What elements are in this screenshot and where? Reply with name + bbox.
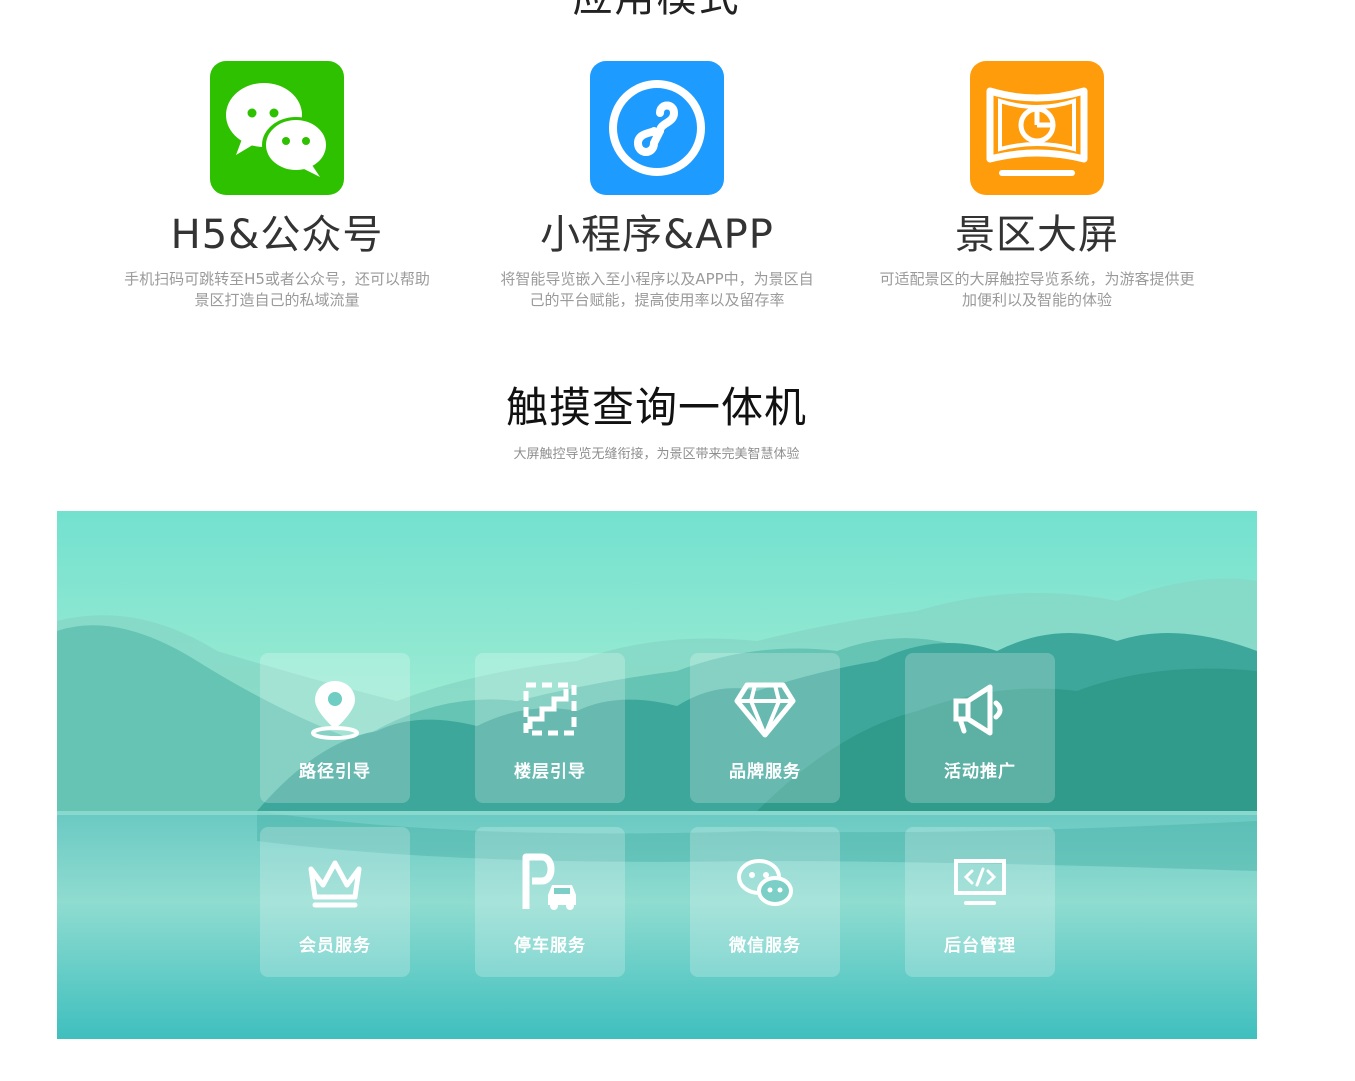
mode-title: 景区大屏 — [955, 212, 1119, 258]
wechat-icon — [733, 851, 797, 915]
feature-tile-floor-guide[interactable]: 楼层引导 — [475, 653, 625, 803]
feature-tile-wechat-service[interactable]: 微信服务 — [690, 827, 840, 977]
feature-tile-route-guide[interactable]: 路径引导 — [260, 653, 410, 803]
mode-description: 手机扫码可跳转至H5或者公众号，还可以帮助景区打造自己的私域流量 — [124, 270, 430, 309]
kiosk-title: 触摸查询一体机 — [505, 383, 807, 432]
mode-scenic-big-screen[interactable]: 景区大屏 可适配景区的大屏触控导览系统，为游客提供更加便利以及智能的体验 — [867, 61, 1207, 311]
wechat-icon — [210, 61, 344, 195]
mini-program-icon — [590, 61, 724, 195]
tile-label: 微信服务 — [729, 936, 801, 956]
tile-label: 停车服务 — [514, 936, 586, 956]
tile-label: 活动推广 — [944, 762, 1016, 782]
mode-mini-program-app[interactable]: 小程序&APP 将智能导览嵌入至小程序以及APP中，为景区自己的平台赋能，提高使… — [487, 61, 827, 311]
mode-h5-official-account[interactable]: H5&公众号 手机扫码可跳转至H5或者公众号，还可以帮助景区打造自己的私域流量 — [107, 61, 447, 311]
crown-icon — [303, 851, 367, 915]
code-monitor-icon — [948, 851, 1012, 915]
kiosk-banner: 路径引导 楼层引导 品牌服务 活动推广 会员服务 停车服务 微信服务 后台管理 — [57, 511, 1257, 1039]
parking-car-icon — [518, 851, 582, 915]
section-title: 应用模式 — [0, 0, 1313, 18]
tile-label: 楼层引导 — [514, 762, 586, 782]
application-modes: H5&公众号 手机扫码可跳转至H5或者公众号，还可以帮助景区打造自己的私域流量 … — [0, 61, 1313, 321]
mode-description: 可适配景区的大屏触控导览系统，为游客提供更加便利以及智能的体验 — [879, 270, 1195, 309]
feature-tile-parking-service[interactable]: 停车服务 — [475, 827, 625, 977]
location-pin-icon — [303, 677, 367, 741]
megaphone-icon — [948, 677, 1012, 741]
lake-scenery-image — [57, 511, 1257, 1039]
stairs-icon — [518, 677, 582, 741]
tile-label: 后台管理 — [944, 936, 1016, 956]
feature-tile-activity-promotion[interactable]: 活动推广 — [905, 653, 1055, 803]
tile-label: 会员服务 — [299, 936, 371, 956]
feature-tile-member-service[interactable]: 会员服务 — [260, 827, 410, 977]
tile-label: 路径引导 — [299, 762, 371, 782]
tile-label: 品牌服务 — [729, 762, 801, 782]
kiosk-subtitle: 大屏触控导览无缝衔接，为景区带来完美智慧体验 — [513, 447, 800, 462]
feature-tile-brand-service[interactable]: 品牌服务 — [690, 653, 840, 803]
feature-tile-backend-management[interactable]: 后台管理 — [905, 827, 1055, 977]
mode-description: 将智能导览嵌入至小程序以及APP中，为景区自己的平台赋能，提高使用率以及留存率 — [500, 270, 814, 309]
big-screen-icon — [970, 61, 1104, 195]
mode-title: H5&公众号 — [170, 212, 384, 258]
mode-title: 小程序&APP — [540, 212, 774, 258]
diamond-icon — [733, 677, 797, 741]
